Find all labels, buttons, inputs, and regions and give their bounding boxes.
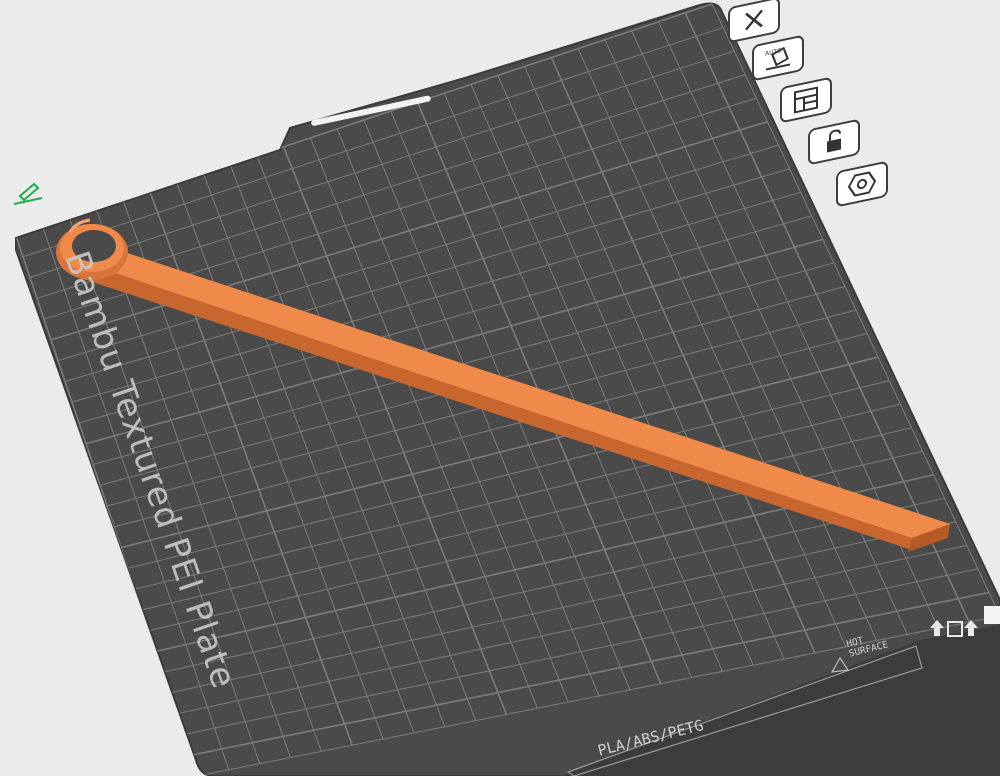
hexagon-settings-icon xyxy=(847,171,877,197)
plate-badge-icons xyxy=(930,606,1000,637)
unlock-icon xyxy=(827,129,841,153)
x-icon xyxy=(745,9,763,31)
edit-pencil-icon[interactable] xyxy=(12,180,44,206)
auto-orient-icon: AUTO xyxy=(765,46,790,71)
arrange-icon xyxy=(794,86,818,114)
